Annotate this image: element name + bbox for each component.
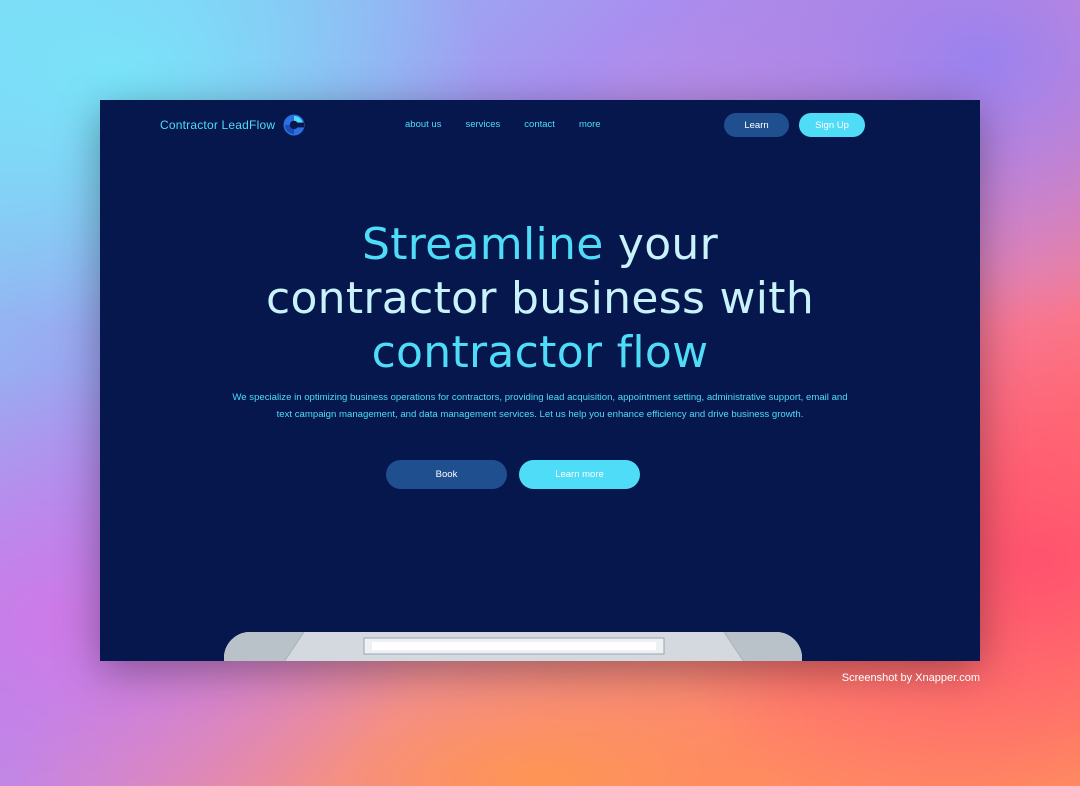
sign-up-button[interactable]: Sign Up <box>799 113 865 137</box>
learn-button[interactable]: Learn <box>724 113 789 137</box>
contractor-leadflow-logo-icon <box>283 114 305 136</box>
brand-name: Contractor LeadFlow <box>160 118 276 132</box>
hero-title-highlight: Streamline <box>361 219 604 270</box>
book-button[interactable]: Book <box>386 460 507 489</box>
brand[interactable]: Contractor LeadFlow <box>160 114 305 136</box>
hero-title-line1-rest: your <box>617 219 719 270</box>
learn-more-button[interactable]: Learn more <box>519 460 640 489</box>
nav-link-more[interactable]: more <box>579 119 601 130</box>
nav-link-contact[interactable]: contact <box>524 119 555 130</box>
office-ceiling-photo <box>224 632 802 661</box>
hero-title-line2: contractor business with <box>265 273 815 324</box>
hero-title: Streamline your contractor business with… <box>100 218 980 380</box>
top-navigation: Contractor LeadFlow about us services co… <box>100 100 980 150</box>
hero-title-line3: contractor flow <box>371 327 709 378</box>
nav-links: about us services contact more <box>405 119 601 130</box>
nav-link-about-us[interactable]: about us <box>405 119 441 130</box>
browser-page: Contractor LeadFlow about us services co… <box>100 100 980 661</box>
nav-link-services[interactable]: services <box>465 119 500 130</box>
screenshot-credit: Screenshot by Xnapper.com <box>841 672 980 684</box>
hero-description: We specialize in optimizing business ope… <box>232 392 848 420</box>
